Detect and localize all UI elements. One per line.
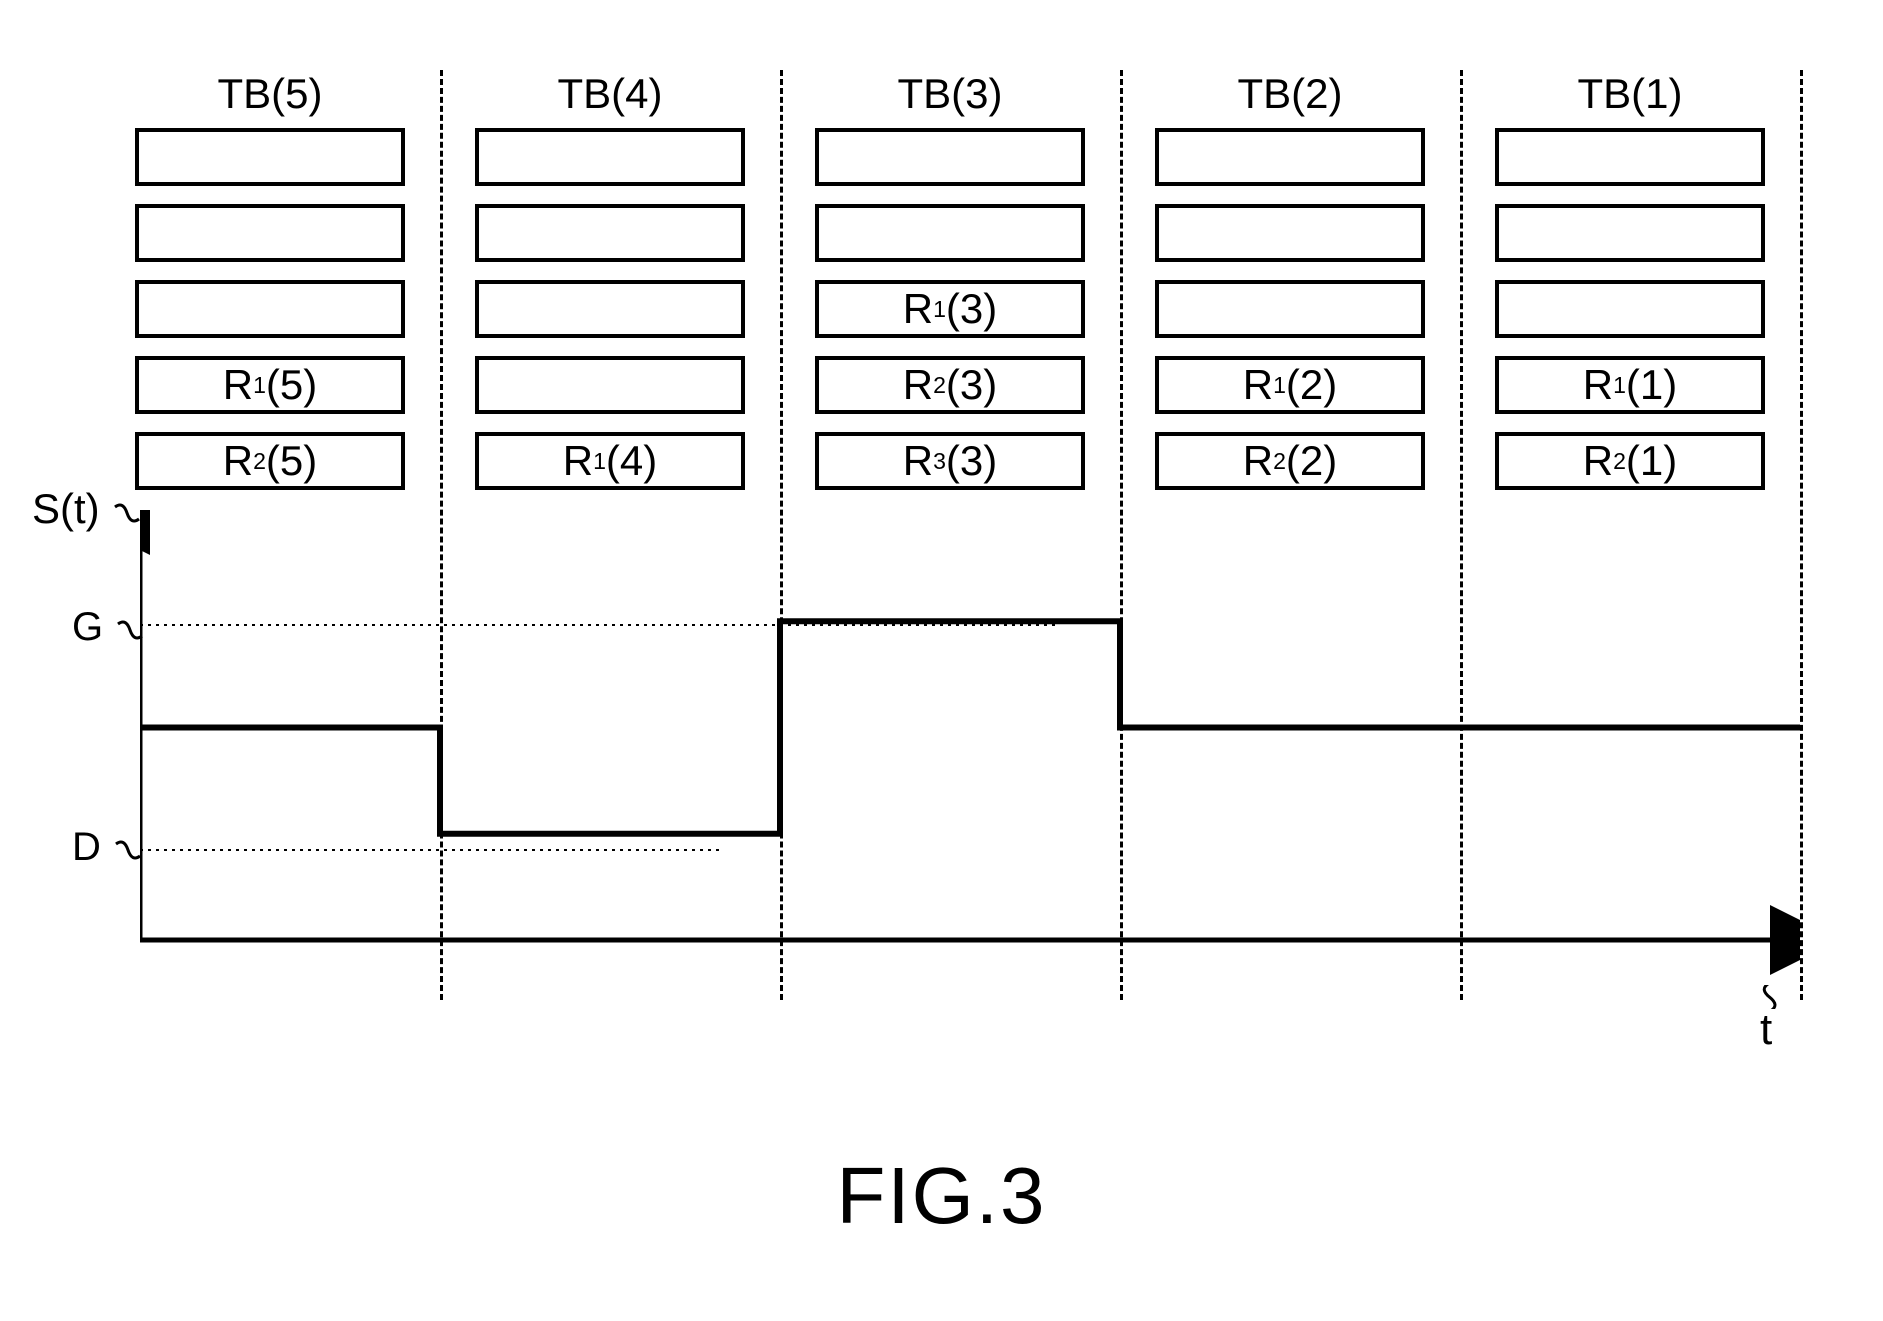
diagram-root: TB(5) R1(5) R2(5) TB(4) R1(4) TB(3) R1(3… [100,70,1800,508]
y-tick-label: G [72,605,103,649]
step-chart [140,510,1800,980]
reg-box [135,204,405,262]
reg-box [475,128,745,186]
reg-box [1155,280,1425,338]
reg-box [475,204,745,262]
column-header: TB(3) [898,70,1003,118]
reg-box [1155,128,1425,186]
reg-box [135,280,405,338]
column-tb3: TB(3) R1(3) R2(3) R3(3) [780,70,1120,508]
reg-box [815,204,1085,262]
reg-box: R2(1) [1495,432,1765,490]
reg-box: R1(1) [1495,356,1765,414]
reg-box: R1(2) [1155,356,1425,414]
column-header: TB(1) [1578,70,1683,118]
column-header: TB(5) [218,70,323,118]
reg-box: R3(3) [815,432,1085,490]
y-tick-D: D [72,825,140,870]
reg-box [1495,128,1765,186]
reg-box [1495,280,1765,338]
reg-box [1495,204,1765,262]
signal-step-path [140,621,1800,834]
reg-box [475,356,745,414]
reg-box: R2(3) [815,356,1085,414]
column-header: TB(4) [558,70,663,118]
column-tb2: TB(2) R1(2) R2(2) [1120,70,1460,508]
reg-box: R1(5) [135,356,405,414]
reg-box: R2(5) [135,432,405,490]
reg-box [815,128,1085,186]
column-tb1: TB(1) R1(1) R2(1) [1460,70,1800,508]
squiggle-icon [1760,985,1786,1005]
y-axis-label: S(t) [32,485,139,533]
y-axis-label-text: S(t) [32,485,100,532]
reg-box [475,280,745,338]
y-tick-G: G [72,605,142,650]
col-divider-5 [1800,70,1803,1000]
figure-caption: FIG.3 [0,1150,1883,1242]
reg-box [1155,204,1425,262]
column-tb4: TB(4) R1(4) [440,70,780,508]
squiggle-icon [114,840,140,860]
reg-box [135,128,405,186]
x-axis-label: t [1760,985,1786,1055]
columns-container: TB(5) R1(5) R2(5) TB(4) R1(4) TB(3) R1(3… [100,70,1800,508]
x-axis-label-text: t [1760,1005,1772,1054]
reg-box: R1(3) [815,280,1085,338]
y-tick-label: D [72,825,101,869]
reg-box: R1(4) [475,432,745,490]
squiggle-icon [113,503,139,523]
column-tb5: TB(5) R1(5) R2(5) [100,70,440,508]
squiggle-icon [116,620,142,640]
reg-box: R2(2) [1155,432,1425,490]
column-header: TB(2) [1238,70,1343,118]
